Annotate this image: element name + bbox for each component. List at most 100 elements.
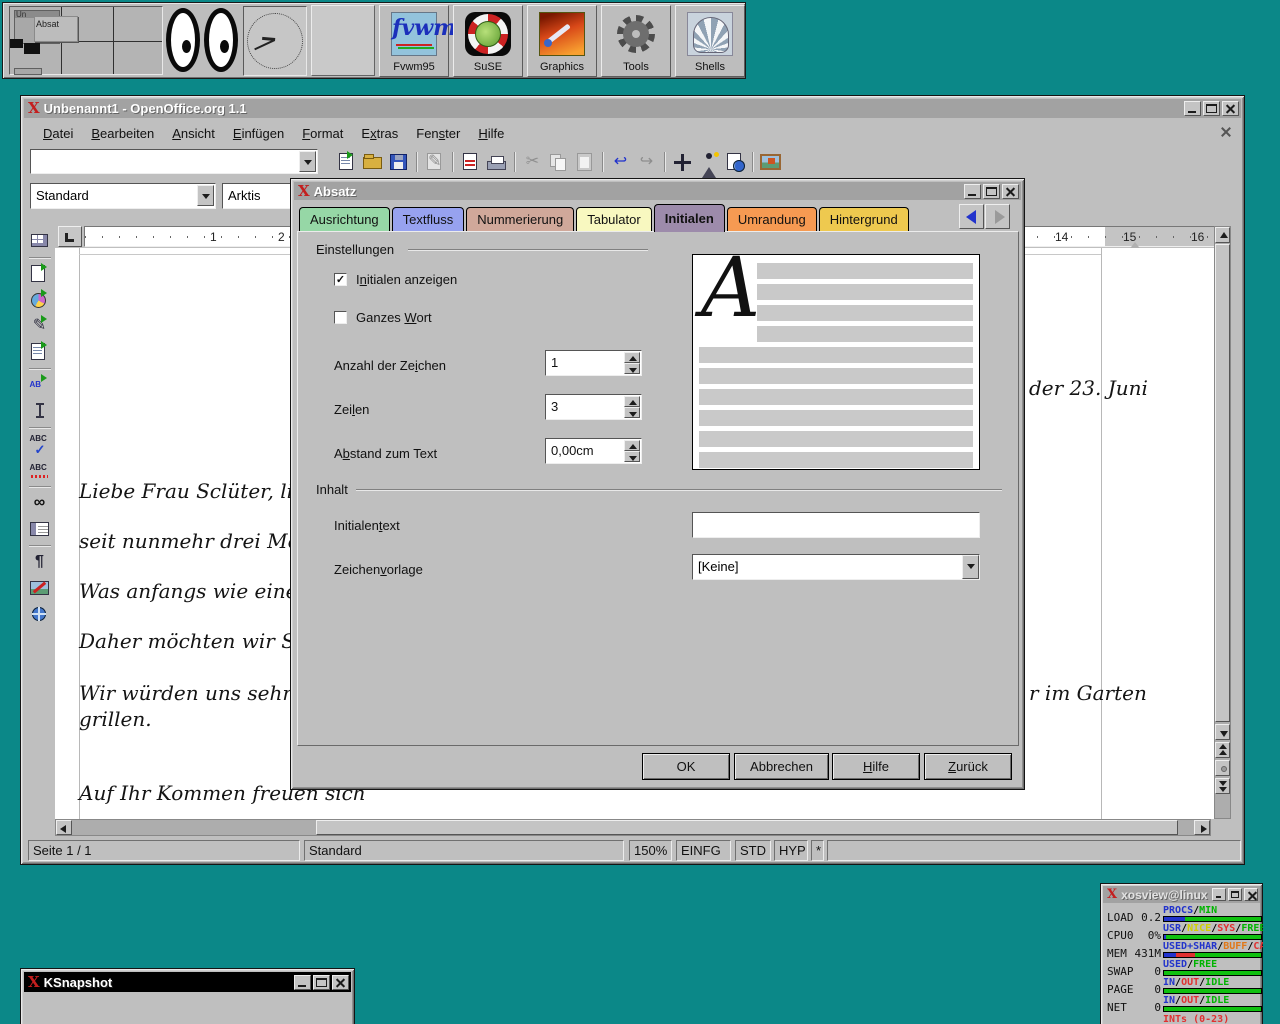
menu-item[interactable]: Fenster (407, 122, 469, 145)
dialog-tab[interactable]: Hintergrund (819, 207, 909, 232)
spinner-value[interactable]: 1 (551, 355, 558, 370)
horizontal-scrollbar[interactable] (55, 819, 1211, 836)
url-combobox[interactable] (30, 149, 318, 174)
draw-functions-button[interactable]: ✎ (27, 314, 53, 338)
cancel-button[interactable]: Abbrechen (734, 753, 829, 780)
undo-button[interactable]: ↩ (608, 150, 633, 174)
dropcap-text-field[interactable] (692, 512, 980, 538)
copy-button[interactable] (546, 150, 571, 174)
autospellcheck-button[interactable]: ABC (27, 458, 53, 482)
spin-up-button[interactable] (624, 352, 640, 363)
dialog-tab[interactable]: Textfluss (392, 207, 465, 232)
taskbar-button-fvwm95[interactable]: fvwm Fvwm95 (379, 5, 449, 77)
xosview-titlebar[interactable]: X xosview@linux (1103, 886, 1260, 903)
vertical-scroll-thumb[interactable] (1215, 244, 1230, 722)
hyperlink-button[interactable] (722, 150, 747, 174)
dialog-maximize-button[interactable] (983, 184, 1000, 199)
taskbar-button-tools[interactable]: Tools (601, 5, 671, 77)
taskbar-button-shells[interactable]: Shells (675, 5, 745, 77)
ksnapshot-close-button[interactable] (332, 975, 349, 990)
desktop-pager[interactable]: Un Absat (9, 6, 163, 75)
url-dropdown-icon[interactable] (299, 151, 316, 172)
stylist-button[interactable] (696, 150, 721, 174)
spin-down-button[interactable] (624, 363, 640, 374)
cut-button[interactable]: ✂ (520, 150, 545, 174)
dialog-minimize-button[interactable] (964, 184, 981, 199)
pager-mini-window[interactable] (24, 43, 40, 54)
dialog-close-button[interactable] (1002, 184, 1019, 199)
statusbar-field[interactable] (827, 840, 1241, 861)
dropcap-text-input[interactable] (695, 515, 955, 535)
spin-up-button[interactable] (624, 396, 640, 407)
scroll-down-button[interactable] (1215, 724, 1230, 740)
formatting-marks-button[interactable]: ¶ (27, 550, 53, 574)
dialog-tab[interactable]: Nummerierung (466, 207, 574, 232)
menu-item[interactable]: Bearbeiten (82, 122, 163, 145)
edit-file-button[interactable]: ✎ (422, 150, 447, 174)
tab-scroll-right-button[interactable] (985, 204, 1010, 229)
distance-to-text-spinner[interactable]: 0,00cm (545, 438, 642, 464)
ksnapshot-titlebar[interactable]: X KSnapshot (24, 972, 351, 992)
find-replace-button[interactable]: ∞ (27, 491, 53, 515)
window-titlebar[interactable]: X Unbenannt1 - OpenOffice.org 1.1 (24, 99, 1241, 118)
pager-mini-window-active[interactable]: Absat (34, 16, 78, 42)
ksnapshot-maximize-button[interactable] (313, 975, 330, 990)
number-of-characters-spinner[interactable]: 1 (545, 350, 642, 376)
document-text-line[interactable]: grillen. (79, 707, 152, 731)
menu-item[interactable]: Ansicht (163, 122, 224, 145)
open-button[interactable] (360, 150, 385, 174)
url-input[interactable] (33, 152, 297, 171)
taskbar-button-suse[interactable]: SuSE (453, 5, 523, 77)
xosview-close-button[interactable] (1244, 888, 1258, 901)
statusbar-field[interactable]: * (811, 840, 824, 861)
statusbar-field[interactable]: Seite 1 / 1 (28, 840, 300, 861)
spin-down-button[interactable] (624, 451, 640, 462)
save-button[interactable] (386, 150, 411, 174)
scroll-up-button[interactable] (1215, 227, 1230, 243)
pager-mini-window[interactable] (10, 39, 23, 48)
scroll-right-button[interactable] (1194, 820, 1210, 835)
form-functions-button[interactable] (27, 340, 53, 364)
taskbar-button-graphics[interactable]: Graphics (527, 5, 597, 77)
reset-button[interactable]: Zurück (924, 753, 1012, 780)
maximize-button[interactable] (1203, 101, 1220, 116)
scroll-left-button[interactable] (56, 820, 72, 835)
document-close-icon[interactable] (1220, 126, 1232, 138)
next-page-button[interactable] (1215, 778, 1230, 794)
lines-spinner[interactable]: 3 (545, 394, 642, 420)
close-button[interactable] (1222, 101, 1239, 116)
xosview-maximize-button[interactable] (1228, 888, 1242, 901)
dialog-tab[interactable]: Ausrichtung (299, 207, 390, 232)
pager-mini-window[interactable] (14, 68, 42, 75)
menu-item[interactable]: Datei (34, 122, 82, 145)
xosview-minimize-button[interactable] (1212, 888, 1226, 901)
autotext-button[interactable]: AB (27, 373, 53, 397)
statusbar-field[interactable]: 150% (629, 840, 672, 861)
statusbar-field[interactable]: STD (735, 840, 771, 861)
dialog-tab[interactable]: Tabulator (576, 207, 651, 232)
character-style-dropdown-icon[interactable] (962, 555, 979, 579)
menu-item[interactable]: Format (293, 122, 352, 145)
spin-down-button[interactable] (624, 407, 640, 418)
insert-table-button[interactable] (27, 229, 53, 253)
character-style-dropdown[interactable]: [Keine] (692, 554, 980, 580)
vertical-scrollbar[interactable] (1214, 226, 1231, 819)
images-onoff-button[interactable] (27, 576, 53, 600)
data-sources-button[interactable] (27, 517, 53, 541)
show-dropcaps-checkbox[interactable]: ✓ (334, 273, 347, 286)
tab-scroll-left-button[interactable] (959, 204, 984, 229)
navigator-button[interactable] (670, 150, 695, 174)
menu-item[interactable]: Hilfe (469, 122, 513, 145)
previous-page-button[interactable] (1215, 742, 1230, 758)
statusbar-field[interactable]: HYP (774, 840, 808, 861)
show-dropcaps-label[interactable]: Initialen anzeigen (356, 272, 457, 287)
whole-word-checkbox[interactable] (334, 311, 347, 324)
print-button[interactable] (484, 150, 509, 174)
dialog-titlebar[interactable]: X Absatz (294, 182, 1021, 200)
ok-button[interactable]: OK (642, 753, 730, 780)
spellcheck-button[interactable]: ABC✓ (27, 432, 53, 456)
paste-button[interactable] (572, 150, 597, 174)
whole-word-label[interactable]: Ganzes Wort (356, 310, 432, 325)
minimize-button[interactable] (1184, 101, 1201, 116)
spin-up-button[interactable] (624, 440, 640, 451)
